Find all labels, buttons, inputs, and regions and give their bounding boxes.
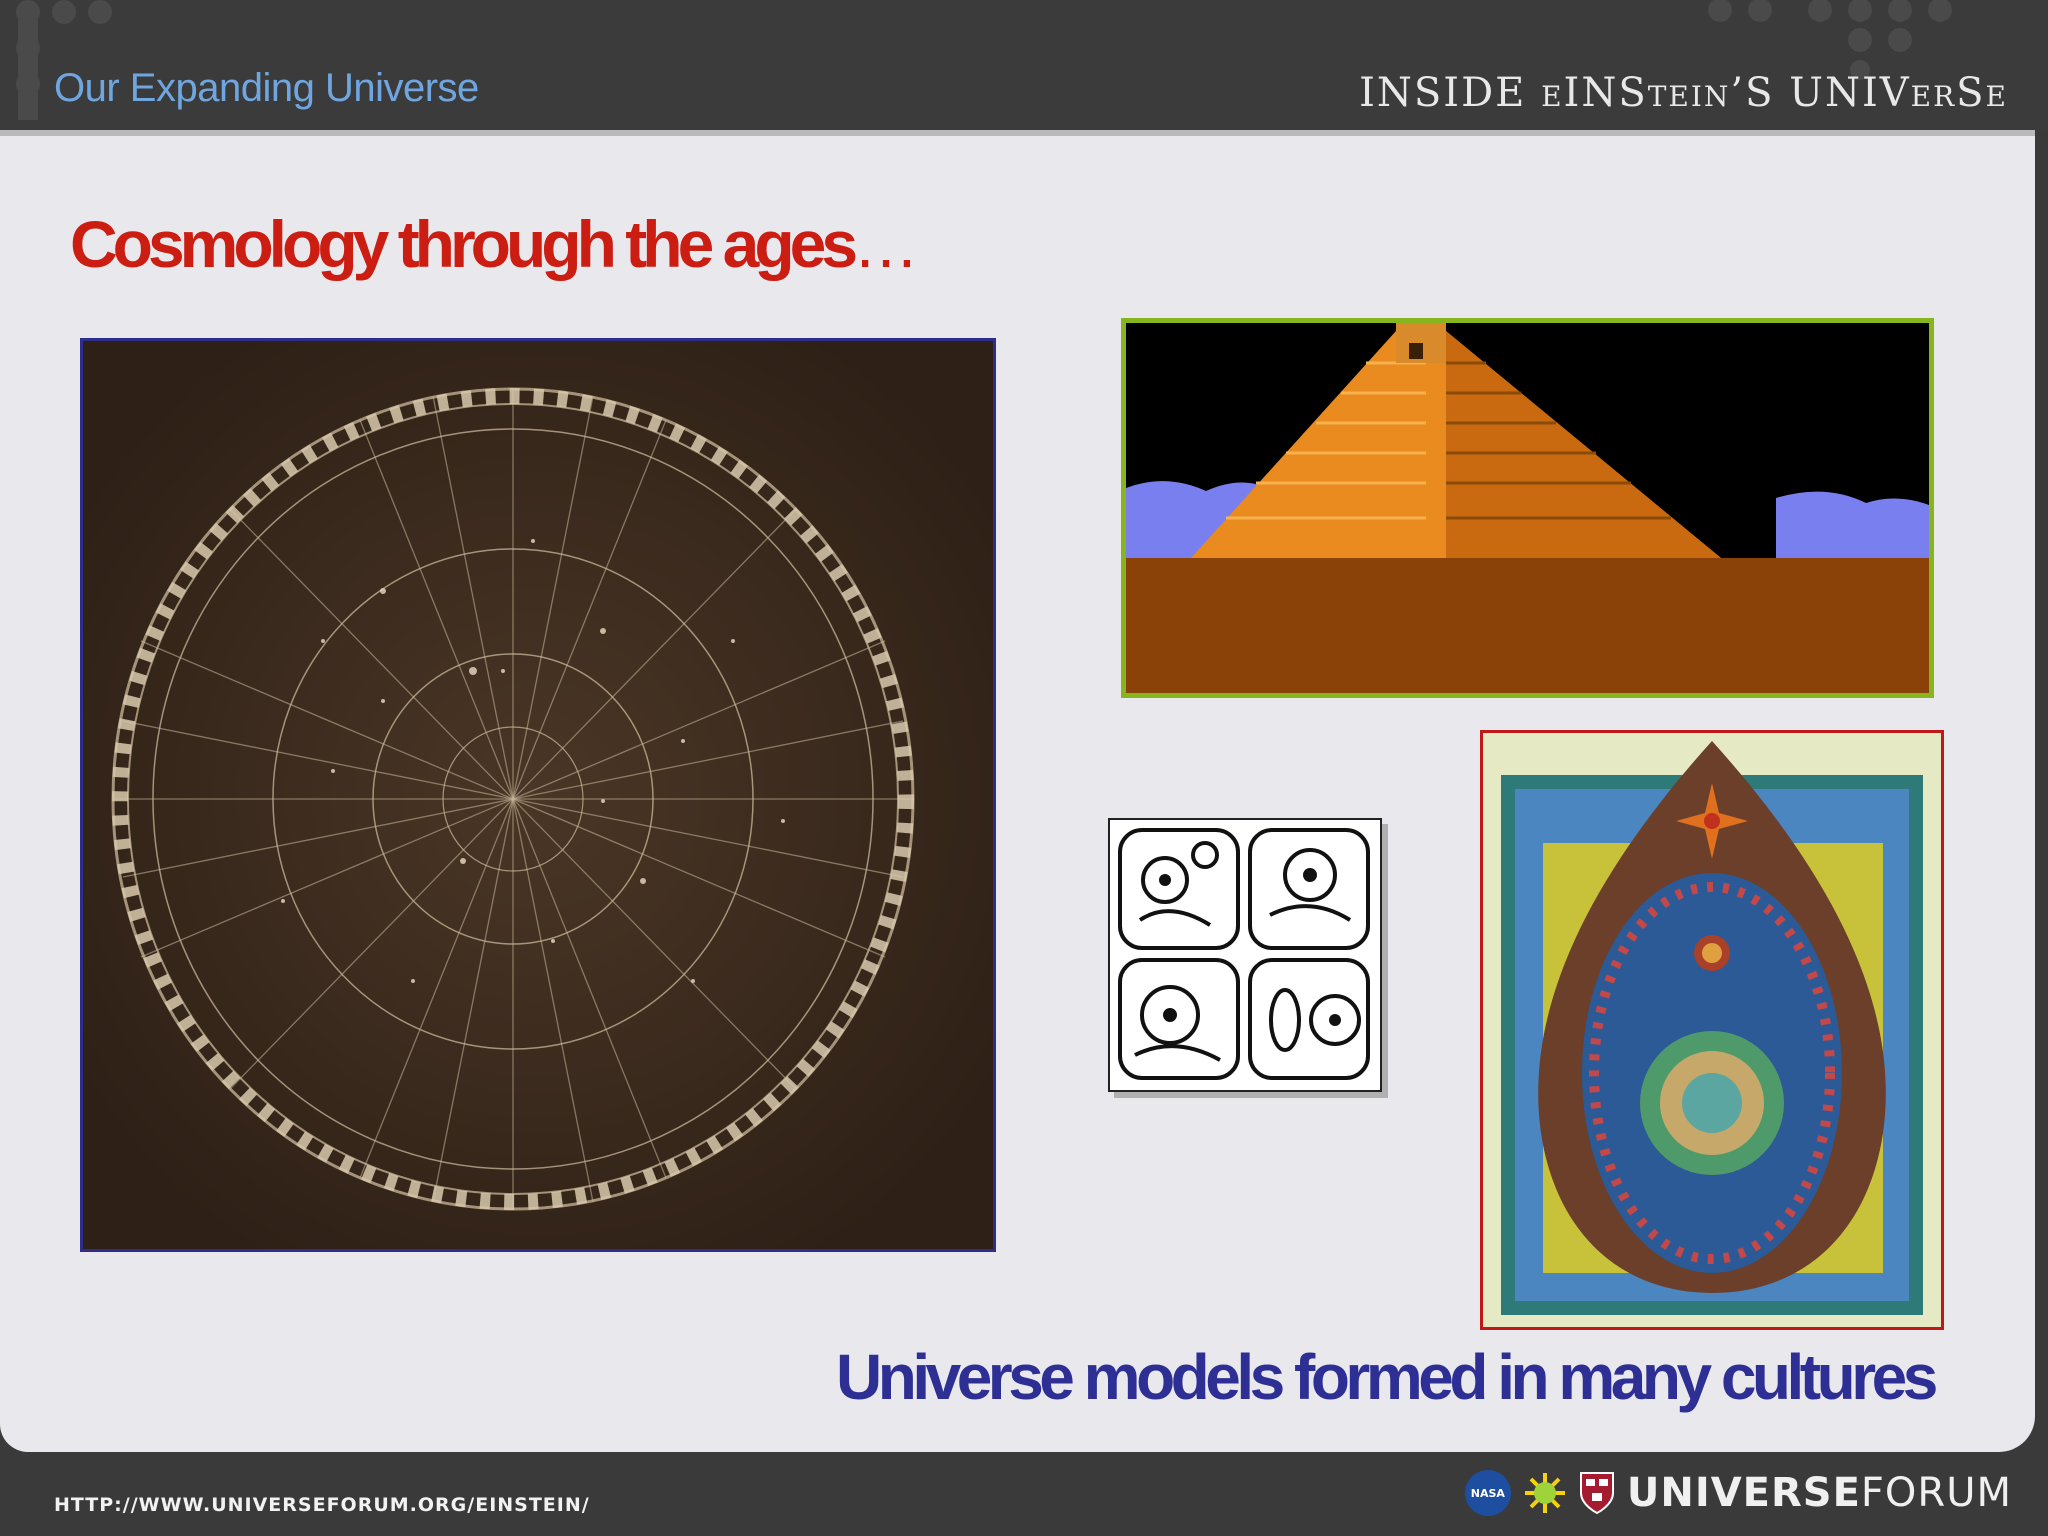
star-chart-image [80,338,996,1252]
nasa-logo-icon: NASA [1464,1470,1511,1516]
slide-header: Our Expanding Universe INSIDE eINStein’S… [0,0,2048,130]
slide-title: Cosmology through the ages… [70,206,921,282]
pyramid-image [1121,318,1934,698]
slide-title-text: Cosmology through the ages [70,207,858,281]
slide-caption: Universe models formed in many cultures [836,1341,1938,1413]
universe-forum-logo: UNIVERSEFORUM [1627,1470,2012,1516]
cosmos-image [1480,730,1944,1330]
harvard-shield-icon [1579,1472,1614,1515]
glyphs-drawing [1110,820,1380,1090]
section-title: Our Expanding Universe [54,66,479,110]
cosmos-drawing [1483,733,1941,1327]
footer-url[interactable]: HTTP://WWW.UNIVERSEFORUM.ORG/EINSTEIN/ [54,1494,590,1516]
brand-light: FORUM [1860,1470,2012,1516]
brand-bold: UNIVERSE [1626,1470,1861,1516]
footer-logos: NASA UNIVERSEFORUM [1464,1468,2012,1518]
slide-title-ellipsis: … [853,207,922,281]
series-title: INSIDE eINStein’S UNIVerSe [1359,70,2008,116]
pyramid-drawing [1126,323,1929,693]
sun-logo-icon [1524,1473,1565,1513]
glyphs-image [1108,818,1382,1092]
star-chart-drawing [83,341,993,1249]
